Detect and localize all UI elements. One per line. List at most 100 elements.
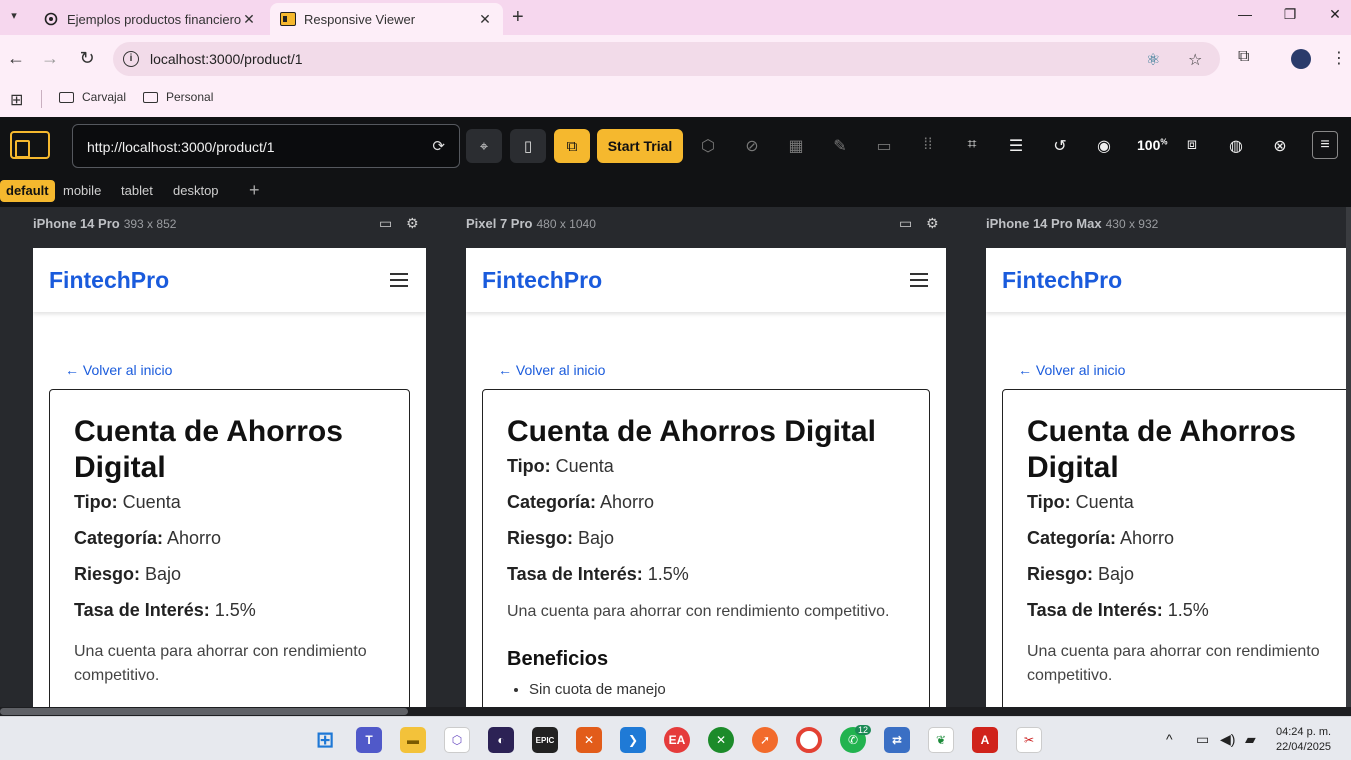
screenshot-area-icon[interactable]: ⌗ xyxy=(960,136,984,154)
dots-grid-icon[interactable]: ⁞⁞ xyxy=(916,136,940,154)
vertical-scrollbar[interactable] xyxy=(1346,207,1351,707)
system-clock[interactable]: 04:24 p. m. 22/04/2025 xyxy=(1276,725,1331,755)
network-app-icon[interactable]: ⇄ xyxy=(884,727,910,753)
camera-icon[interactable]: ◉ xyxy=(1092,136,1116,156)
zoom-level[interactable]: 100% xyxy=(1137,137,1167,153)
device-frame[interactable]: FintechPro ← Volver al inicio Cuenta de … xyxy=(986,248,1351,707)
sync-devices-icon[interactable]: ⧈ xyxy=(1180,136,1204,154)
overlap-icon[interactable]: ⊘ xyxy=(740,136,764,156)
scrollbar-thumb[interactable] xyxy=(0,708,408,715)
viewer-logo xyxy=(10,131,50,159)
layers-icon[interactable]: ☰ xyxy=(1004,136,1028,156)
new-tab-icon[interactable]: + xyxy=(512,6,524,29)
volume-icon[interactable]: ◀) xyxy=(1220,731,1235,748)
tab-ejemplos[interactable]: Ejemplos productos financieros ✕ xyxy=(33,3,267,35)
bookmark-personal[interactable]: Personal xyxy=(143,90,213,104)
restore-icon[interactable]: ❐ xyxy=(1275,6,1305,23)
horizontal-scrollbar[interactable] xyxy=(0,707,1351,716)
device-frame[interactable]: FintechPro ← Volver al inicio Cuenta de … xyxy=(33,248,426,707)
battery-icon[interactable]: ▰ xyxy=(1245,731,1256,748)
bookmark-star-icon[interactable]: ☆ xyxy=(1188,50,1202,70)
profile-avatar[interactable] xyxy=(1291,49,1311,69)
vscode-icon[interactable]: ❯ xyxy=(620,727,646,753)
device-mode-icon[interactable]: ▯ xyxy=(510,129,546,163)
inspect-cursor-icon[interactable]: ⌖ xyxy=(466,129,502,163)
refresh-icon[interactable]: ⟳ xyxy=(432,137,445,155)
preset-tablet[interactable]: tablet xyxy=(115,180,159,202)
back-link[interactable]: ← Volver al inicio xyxy=(498,362,605,378)
back-link[interactable]: ← Volver al inicio xyxy=(65,362,172,378)
epic-games-icon[interactable]: EPIC xyxy=(532,727,558,753)
chrome-icon[interactable] xyxy=(796,727,822,753)
reload-icon[interactable]: ↻ xyxy=(75,48,99,69)
postman-icon[interactable]: ➚ xyxy=(752,727,778,753)
device-frame-icon[interactable]: ▭ xyxy=(379,215,392,232)
viewer-url-text[interactable]: http://localhost:3000/product/1 xyxy=(87,139,275,155)
discord-icon[interactable]: ◍ xyxy=(1224,136,1248,156)
start-trial-button[interactable]: Start Trial xyxy=(597,129,683,163)
file-explorer-icon[interactable]: ▬ xyxy=(400,727,426,753)
close-window-icon[interactable]: ✕ xyxy=(1320,6,1350,23)
device-settings-icon[interactable]: ⚙ xyxy=(926,215,939,232)
add-device-icon[interactable]: ⧉ xyxy=(554,129,590,163)
add-preset-button[interactable]: + xyxy=(249,180,260,201)
apps-grid-icon[interactable]: ⊞ xyxy=(10,90,23,110)
xampp-icon[interactable]: ✕ xyxy=(576,727,602,753)
viewer-url-field[interactable]: http://localhost:3000/product/1 ⟳ xyxy=(72,124,460,168)
field-tipo: Tipo: Cuenta xyxy=(1027,490,1351,514)
list-item: Sin cuota de manejo xyxy=(529,681,905,698)
field-label: Riesgo: xyxy=(74,564,141,584)
minus-box-icon[interactable]: ▭ xyxy=(872,136,896,156)
brand-logo[interactable]: FintechPro xyxy=(1002,267,1122,294)
field-label: Tipo: xyxy=(74,492,118,512)
device-settings-icon[interactable]: ⚙ xyxy=(406,215,419,232)
react-devtools-icon[interactable]: ⚛ xyxy=(1146,50,1160,70)
back-link[interactable]: ← Volver al inicio xyxy=(1018,362,1125,378)
eclipse-icon[interactable]: ◐ xyxy=(488,727,514,753)
minimize-icon[interactable]: — xyxy=(1230,6,1260,22)
hamburger-menu-icon[interactable]: ≡ xyxy=(1312,131,1338,159)
field-categoria: Categoría: Ahorro xyxy=(74,526,385,550)
brand-logo[interactable]: FintechPro xyxy=(482,267,602,294)
forward-icon[interactable]: → xyxy=(38,48,62,69)
device-frame-icon[interactable]: ▭ xyxy=(899,215,912,232)
preset-default[interactable]: default xyxy=(0,180,55,202)
acrobat-icon[interactable]: A xyxy=(972,727,998,753)
close-tab-icon[interactable]: ✕ xyxy=(241,11,257,28)
ea-icon[interactable]: EA xyxy=(664,727,690,753)
menu-icon[interactable]: ⋮ xyxy=(1331,48,1347,68)
tab-responsive-viewer[interactable]: Responsive Viewer ✕ xyxy=(270,3,503,35)
hamburger-icon[interactable] xyxy=(910,273,928,287)
ruler-icon[interactable]: ✎ xyxy=(828,136,852,156)
tab-search-icon[interactable]: ▾ xyxy=(4,6,24,26)
teams-icon[interactable]: T xyxy=(356,727,382,753)
hamburger-icon[interactable] xyxy=(390,273,408,287)
device-canvas[interactable]: iPhone 14 Pro 393 x 852 ▭ ⚙ FintechPro ← … xyxy=(0,207,1351,707)
preset-mobile[interactable]: mobile xyxy=(57,180,107,202)
device-frame[interactable]: FintechPro ← Volver al inicio Cuenta de … xyxy=(466,248,946,707)
close-circle-icon[interactable]: ⊗ xyxy=(1268,136,1292,156)
tray-expand-icon[interactable]: ^ xyxy=(1166,731,1173,747)
grid-icon[interactable]: ▦ xyxy=(784,136,808,156)
extensions-icon[interactable]: ⧉ xyxy=(1238,48,1249,66)
close-tab-icon[interactable]: ✕ xyxy=(477,11,493,28)
address-bar[interactable]: i localhost:3000/product/1 ⚛ ☆ xyxy=(113,42,1220,76)
windows-start-icon[interactable]: ⊞ xyxy=(312,727,338,753)
rotate-icon[interactable]: ↺ xyxy=(1048,136,1072,156)
app-hexagon-icon[interactable]: ⬡ xyxy=(444,727,470,753)
mongodb-icon[interactable]: ❦ xyxy=(928,727,954,753)
field-value: Bajo xyxy=(578,528,615,548)
brand-logo[interactable]: FintechPro xyxy=(49,267,169,294)
cube-icon[interactable]: ⬡ xyxy=(696,136,720,156)
bookmark-carvajal[interactable]: Carvajal xyxy=(59,90,126,104)
openai-icon xyxy=(43,11,59,27)
back-icon[interactable]: ← xyxy=(4,48,28,69)
browser-toolbar: ← → ↻ i localhost:3000/product/1 ⚛ ☆ ⧉ ⋮ xyxy=(0,35,1351,82)
preset-desktop[interactable]: desktop xyxy=(167,180,225,202)
site-info-icon[interactable]: i xyxy=(123,51,139,67)
field-value: Ahorro xyxy=(167,528,222,548)
address-url[interactable]: localhost:3000/product/1 xyxy=(150,51,303,67)
display-icon[interactable]: ▭ xyxy=(1196,731,1209,748)
snipping-tool-icon[interactable]: ✂ xyxy=(1016,727,1042,753)
xbox-icon[interactable]: ✕ xyxy=(708,727,734,753)
